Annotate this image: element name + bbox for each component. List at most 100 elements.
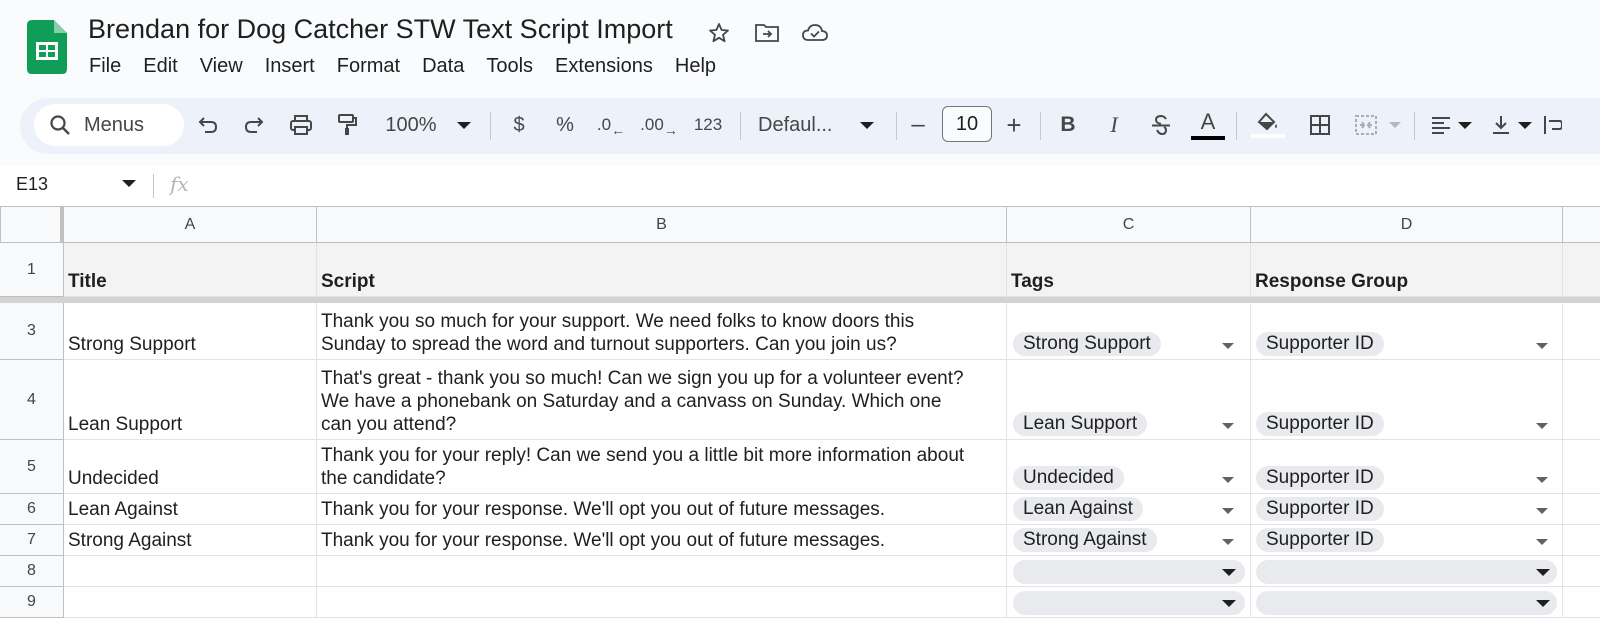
text-color-button[interactable]: A (1190, 104, 1226, 146)
move-to-folder-icon[interactable] (750, 18, 784, 48)
menu-extensions[interactable]: Extensions (544, 52, 664, 80)
header-cell-script[interactable]: Script (317, 243, 1007, 297)
row-header-1[interactable]: 1 (0, 243, 64, 297)
tag-chip[interactable]: Undecided (1013, 466, 1124, 490)
star-icon[interactable] (702, 18, 736, 48)
chevron-down-icon[interactable] (1222, 423, 1234, 429)
merge-cells-icon[interactable] (1350, 104, 1382, 146)
header-cell-response-group[interactable]: Response Group (1251, 243, 1563, 297)
font-size-input[interactable]: 10 (942, 106, 992, 142)
menu-file[interactable]: File (78, 52, 132, 80)
column-header-d[interactable]: D (1251, 206, 1563, 243)
chevron-down-icon[interactable] (1222, 508, 1234, 514)
menu-tools[interactable]: Tools (475, 52, 544, 80)
chevron-down-icon[interactable] (1222, 569, 1236, 576)
strikethrough-icon[interactable] (1146, 104, 1176, 146)
row-header-3[interactable]: 3 (0, 303, 64, 360)
script-cell[interactable]: Thank you for your reply! Can we send yo… (317, 440, 1007, 494)
empty-cell[interactable] (1563, 525, 1600, 556)
menu-data[interactable]: Data (411, 52, 475, 80)
response-group-chip[interactable]: Supporter ID (1256, 528, 1384, 552)
chevron-down-icon[interactable] (1222, 539, 1234, 545)
vertical-align-icon[interactable] (1486, 104, 1516, 146)
empty-cell[interactable] (1563, 494, 1600, 525)
response-group-chip[interactable]: Supporter ID (1256, 332, 1384, 356)
vertical-align-dropdown-icon[interactable] (1516, 104, 1534, 146)
chevron-down-icon[interactable] (1222, 477, 1234, 483)
response-group-chip[interactable] (1256, 560, 1557, 584)
empty-cell[interactable] (1563, 303, 1600, 360)
header-cell-e[interactable] (1563, 243, 1600, 297)
chevron-down-icon[interactable] (1536, 343, 1548, 349)
column-header-a[interactable]: A (64, 206, 317, 243)
column-header-e[interactable] (1563, 206, 1600, 243)
response-group-chip[interactable] (1256, 591, 1557, 615)
name-box-dropdown-icon[interactable] (122, 180, 136, 187)
script-cell[interactable] (317, 587, 1007, 618)
row-header-7[interactable]: 7 (0, 525, 64, 556)
header-cell-tags[interactable]: Tags (1007, 243, 1251, 297)
title-cell[interactable]: Lean Against (64, 494, 317, 525)
decrease-font-size-button[interactable]: – (906, 104, 930, 146)
title-cell[interactable]: Strong Against (64, 525, 317, 556)
tag-chip[interactable]: Strong Against (1013, 528, 1157, 552)
fill-color-icon[interactable] (1250, 104, 1286, 146)
header-cell-title[interactable]: Title (64, 243, 317, 297)
name-box[interactable]: E13 (16, 174, 48, 195)
tag-chip[interactable]: Lean Support (1013, 412, 1148, 436)
menu-help[interactable]: Help (664, 52, 727, 80)
script-cell[interactable]: That's great - thank you so much! Can we… (317, 360, 1007, 440)
select-all-corner[interactable] (0, 206, 64, 243)
title-cell[interactable] (64, 587, 317, 618)
font-dropdown-icon[interactable] (856, 104, 878, 146)
empty-cell[interactable] (1563, 587, 1600, 618)
document-title[interactable]: Brendan for Dog Catcher STW Text Script … (88, 14, 673, 45)
chevron-down-icon[interactable] (1536, 539, 1548, 545)
empty-cell[interactable] (1563, 360, 1600, 440)
zoom-select[interactable]: 100% (380, 104, 442, 146)
tag-chip[interactable]: Lean Against (1013, 497, 1143, 521)
redo-icon[interactable] (238, 104, 270, 146)
print-icon[interactable] (284, 104, 318, 146)
formula-input[interactable] (200, 174, 1590, 200)
borders-icon[interactable] (1304, 104, 1336, 146)
text-wrapping-icon[interactable] (1542, 104, 1562, 146)
menus-search[interactable]: Menus (34, 104, 184, 146)
currency-format-button[interactable]: $ (504, 104, 534, 146)
row-header-8[interactable]: 8 (0, 556, 64, 587)
chevron-down-icon[interactable] (1536, 600, 1550, 607)
column-header-b[interactable]: B (317, 206, 1007, 243)
chevron-down-icon[interactable] (1536, 569, 1550, 576)
script-cell[interactable]: Thank you so much for your support. We n… (317, 303, 1007, 360)
tag-chip[interactable]: Strong Support (1013, 332, 1161, 356)
response-group-chip[interactable]: Supporter ID (1256, 497, 1384, 521)
sheets-logo-icon[interactable] (27, 20, 67, 74)
script-cell[interactable] (317, 556, 1007, 587)
menu-insert[interactable]: Insert (254, 52, 326, 80)
number-format-button[interactable]: 123 (688, 104, 728, 146)
script-cell[interactable]: Thank you for your response. We'll opt y… (317, 494, 1007, 525)
menu-format[interactable]: Format (326, 52, 411, 80)
chevron-down-icon[interactable] (1536, 423, 1548, 429)
percent-format-button[interactable]: % (550, 104, 580, 146)
row-header-4[interactable]: 4 (0, 360, 64, 440)
response-group-chip[interactable]: Supporter ID (1256, 466, 1384, 490)
column-header-c[interactable]: C (1007, 206, 1251, 243)
bold-button[interactable]: B (1054, 104, 1082, 146)
empty-cell[interactable] (1563, 556, 1600, 587)
merge-dropdown-icon[interactable] (1386, 104, 1404, 146)
font-select[interactable]: Defaul... (758, 104, 850, 146)
chevron-down-icon[interactable] (1222, 600, 1236, 607)
zoom-dropdown-icon[interactable] (452, 104, 476, 146)
title-cell[interactable]: Strong Support (64, 303, 317, 360)
horizontal-align-dropdown-icon[interactable] (1456, 104, 1474, 146)
chevron-down-icon[interactable] (1536, 508, 1548, 514)
menu-edit[interactable]: Edit (132, 52, 188, 80)
paint-format-icon[interactable] (332, 104, 362, 146)
tag-chip[interactable] (1013, 560, 1245, 584)
title-cell[interactable]: Lean Support (64, 360, 317, 440)
row-header-5[interactable]: 5 (0, 440, 64, 494)
row-header-6[interactable]: 6 (0, 494, 64, 525)
response-group-chip[interactable]: Supporter ID (1256, 412, 1384, 436)
cloud-saved-icon[interactable] (798, 18, 832, 48)
